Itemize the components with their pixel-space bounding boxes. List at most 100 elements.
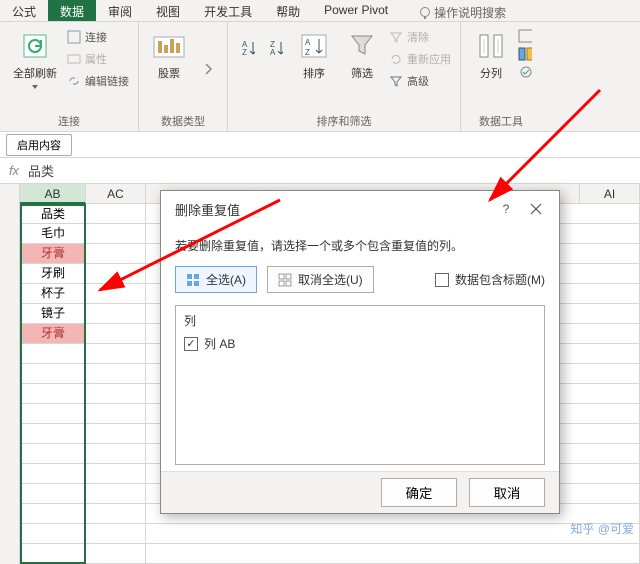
dialog-message: 若要删除重复值，请选择一个或多个包含重复值的列。 [175,237,545,254]
cell-ab[interactable] [20,424,86,444]
dialog-titlebar[interactable]: 删除重复值 ? [161,191,559,227]
properties-label: 属性 [85,51,107,67]
cell-ab[interactable]: 牙刷 [20,264,86,284]
column-ab-label: 列 AB [204,335,235,352]
has-header-checkbox[interactable]: 数据包含标题(M) [435,271,545,288]
group-label-sortfilter: 排序和筛选 [236,111,452,131]
cell-ac[interactable] [86,284,146,304]
clear-icon [389,30,403,44]
cell[interactable] [146,544,640,564]
cell-ab[interactable] [20,444,86,464]
ribbon-group-sortfilter: AZ ZA AZ 排序 筛选 清除 重新应用 [228,22,461,131]
cell-ac[interactable] [86,464,146,484]
cancel-button[interactable]: 取消 [469,478,545,507]
has-header-label: 数据包含标题(M) [455,271,545,288]
text-to-columns-button[interactable]: 分列 [469,26,513,84]
cell-ac[interactable] [86,324,146,344]
sort-desc-button[interactable]: ZA [264,26,288,58]
cell-ab[interactable]: 毛巾 [20,224,86,244]
group-label-datatypes: 数据类型 [147,111,219,131]
cell-ab[interactable]: 牙膏 [20,324,86,344]
cell-ab[interactable] [20,344,86,364]
stocks-icon [152,29,186,63]
columns-listbox[interactable]: 列 列 AB [175,305,545,465]
edit-links-button[interactable]: 编辑链接 [66,72,130,90]
datatype-next-button[interactable] [199,43,219,95]
refresh-all-button[interactable]: 全部刷新 [8,26,62,92]
connections-button[interactable]: 连接 [66,28,130,46]
clear-label: 清除 [407,29,429,45]
sort-desc-icon: ZA [269,41,283,55]
cell-ab[interactable] [20,384,86,404]
cell-ac[interactable] [86,404,146,424]
cell-ab[interactable]: 牙膏 [20,244,86,264]
filter-button[interactable]: 筛选 [340,26,384,84]
row-header-gutter[interactable] [0,184,20,564]
tell-me-search[interactable]: 操作说明搜索 [408,0,518,21]
cell-ac[interactable] [86,364,146,384]
cell-ab[interactable] [20,404,86,424]
filter-label: 筛选 [351,65,373,81]
tab-data[interactable]: 数据 [48,0,96,21]
tab-view[interactable]: 视图 [144,0,192,21]
select-all-button[interactable]: 全选(A) [175,266,257,293]
cell-ac[interactable] [86,204,146,224]
cell-ab[interactable]: 品类 [20,204,86,224]
clear-filter-button: 清除 [388,28,452,46]
cell-ac[interactable] [86,304,146,324]
cell-ab[interactable]: 杯子 [20,284,86,304]
tab-review[interactable]: 审阅 [96,0,144,21]
cell-ab[interactable] [20,484,86,504]
tab-powerpivot[interactable]: Power Pivot [312,0,400,21]
tab-help[interactable]: 帮助 [264,0,312,21]
stocks-button[interactable]: 股票 [147,26,191,84]
cell-ab[interactable] [20,464,86,484]
data-validation-button[interactable] [517,64,533,80]
cell-ab[interactable] [20,524,86,544]
advanced-filter-button[interactable]: 高级 [388,72,452,90]
remove-duplicates-button[interactable] [517,46,533,62]
col-header-ai[interactable]: AI [580,184,640,204]
cell-ab[interactable] [20,544,86,564]
reapply-icon [389,52,403,66]
fx-icon[interactable]: fx [0,163,28,178]
cell-ac[interactable] [86,524,146,544]
col-header-ab[interactable]: AB [20,184,86,204]
cell[interactable] [146,524,640,544]
table-row[interactable] [20,544,640,564]
cell-ab[interactable]: 镜子 [20,304,86,324]
ok-button[interactable]: 确定 [381,478,457,507]
cell-ab[interactable] [20,504,86,524]
sort-asc-button[interactable]: AZ [236,26,260,58]
properties-icon [67,52,81,66]
cell-ac[interactable] [86,384,146,404]
cell-ac[interactable] [86,504,146,524]
advanced-icon [389,74,403,88]
col-header-ac[interactable]: AC [86,184,146,204]
tab-formula[interactable]: 公式 [0,0,48,21]
cell-ac[interactable] [86,444,146,464]
column-ab-checkbox[interactable]: 列 AB [184,335,536,352]
cell-ac[interactable] [86,344,146,364]
tab-dev[interactable]: 开发工具 [192,0,264,21]
unselect-all-button[interactable]: 取消全选(U) [267,266,374,293]
select-all-icon [186,273,200,287]
cell-ac[interactable] [86,424,146,444]
table-row[interactable] [20,524,640,544]
dialog-close-button[interactable] [521,194,551,224]
formula-value[interactable]: 品类 [28,161,54,180]
cell-ac[interactable] [86,544,146,564]
formula-bar: fx 品类 [0,158,640,184]
cell-ac[interactable] [86,244,146,264]
cell-ab[interactable] [20,364,86,384]
refresh-all-label: 全部刷新 [13,65,57,81]
cell-ac[interactable] [86,484,146,504]
cell-ac[interactable] [86,224,146,244]
enable-content-button[interactable]: 启用内容 [6,134,72,156]
sort-button[interactable]: AZ 排序 [292,26,336,84]
links-icon [67,74,81,88]
flash-fill-button[interactable] [517,28,533,44]
dialog-help-button[interactable]: ? [491,194,521,224]
cell-ac[interactable] [86,264,146,284]
remove-duplicates-dialog: 删除重复值 ? 若要删除重复值，请选择一个或多个包含重复值的列。 全选(A) 取… [160,190,560,514]
